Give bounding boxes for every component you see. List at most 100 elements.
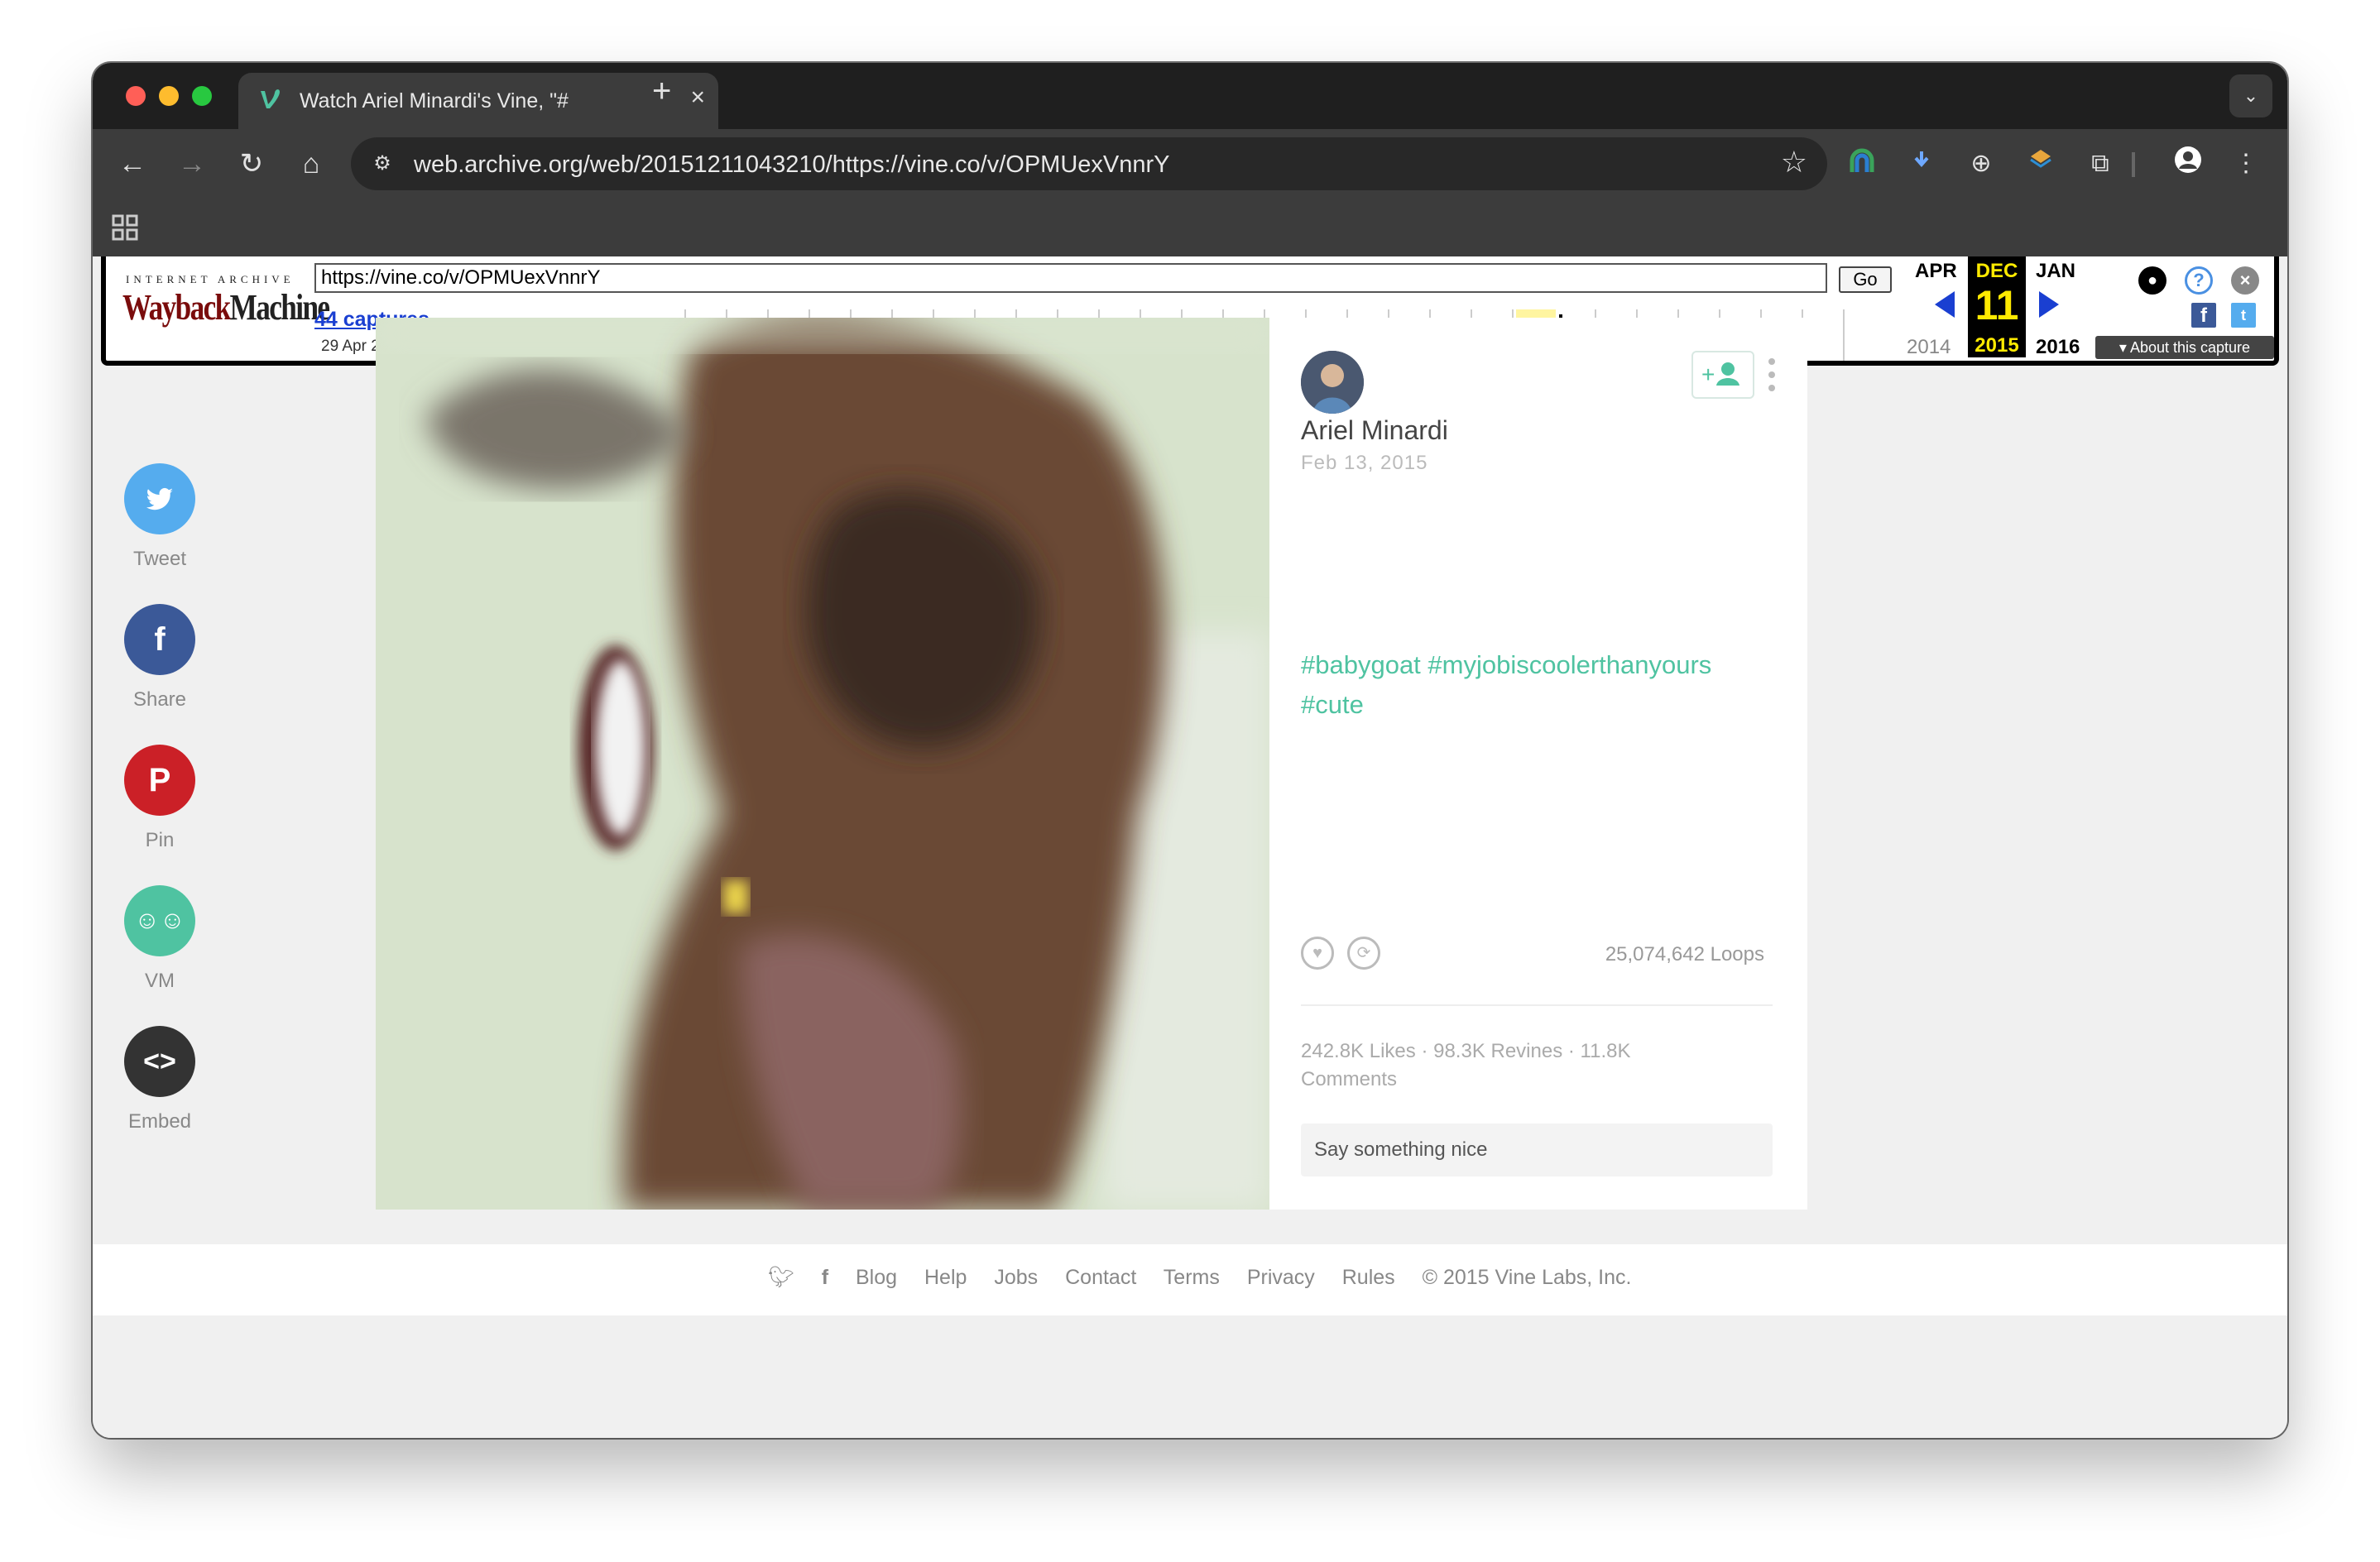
new-tab-button[interactable]: + [652, 73, 671, 110]
facebook-icon: f [154, 621, 166, 658]
tab-title: Watch Ariel Minardi's Vine, "# [300, 89, 569, 113]
internet-archive-label: INTERNET ARCHIVE [126, 273, 295, 285]
embed-code-icon: <> [143, 1046, 176, 1077]
site-info-icon[interactable]: ⚙ [367, 149, 397, 179]
about-capture-button[interactable]: ▾ About this capture [2095, 336, 2274, 359]
tab-strip: Watch Ariel Minardi's Vine, "# × + ⌄ [93, 63, 2287, 129]
maximize-window-button[interactable] [192, 86, 212, 106]
vm-label: VM [145, 970, 175, 992]
pin-label: Pin [145, 829, 175, 851]
layers-extension-icon[interactable] [2023, 146, 2059, 182]
footer-link-contact[interactable]: Contact [1065, 1266, 1136, 1289]
extensions-puzzle-icon[interactable]: ⧉ [2082, 146, 2118, 182]
add-user-icon: + [1701, 362, 1739, 387]
bookmark-star-icon[interactable]: ☆ [1781, 145, 1807, 180]
close-window-button[interactable] [126, 86, 146, 106]
toolbar-divider [2132, 152, 2135, 177]
wayback-twitter-icon[interactable]: t [2231, 303, 2256, 328]
revines-count[interactable]: 98.3K Revines [1433, 1040, 1562, 1062]
twitter-icon [146, 487, 173, 510]
current-day: 11 [1975, 282, 2019, 328]
footer-facebook-icon[interactable]: f [822, 1266, 828, 1289]
download-extension-icon[interactable] [1903, 146, 1940, 182]
pinterest-icon: P [148, 762, 171, 798]
author-avatar[interactable] [1301, 351, 1364, 414]
menu-kebab-icon[interactable]: ⋮ [2228, 146, 2264, 182]
back-icon[interactable]: ← [111, 142, 154, 185]
pinterest-share-button[interactable]: P [124, 745, 195, 816]
comment-input[interactable]: Say something nice [1301, 1124, 1773, 1176]
footer-link-terms[interactable]: Terms [1164, 1266, 1220, 1289]
vine-favicon-icon [261, 89, 280, 108]
loop-count: 25,074,642 Loops [1605, 943, 1764, 965]
more-options-icon[interactable] [1768, 356, 1776, 394]
prev-capture-icon[interactable] [1935, 291, 1955, 318]
account-icon[interactable]: ● [2138, 266, 2166, 295]
home-icon[interactable]: ⌂ [290, 142, 333, 185]
wayback-url-input[interactable]: https://vine.co/v/OPMUexVnnrY [314, 263, 1827, 293]
revine-icon[interactable]: ⟳ [1347, 937, 1380, 970]
tweet-label: Tweet [132, 548, 187, 570]
bookmarks-bar [93, 199, 2287, 256]
wayback-facebook-icon[interactable]: f [2191, 303, 2216, 328]
svg-text:+: + [1701, 362, 1715, 387]
author-name[interactable]: Ariel Minardi [1301, 415, 1448, 446]
tab-close-icon[interactable]: × [690, 84, 705, 112]
like-heart-icon[interactable]: ♥ [1301, 937, 1334, 970]
vine-video-player[interactable] [376, 318, 1269, 1210]
address-url[interactable]: web.archive.org/web/20151211043210/https… [414, 151, 1170, 179]
wayback-logo[interactable]: WaybackMachine [122, 286, 330, 328]
stats-dot: · [1421, 1040, 1434, 1062]
crosshair-extension-icon[interactable]: ⊕ [1963, 146, 1999, 182]
current-month: DEC [1975, 260, 2018, 282]
embed-label: Embed [127, 1110, 192, 1133]
rainbow-extension-icon[interactable] [1844, 146, 1880, 182]
close-toolbar-icon[interactable]: × [2231, 266, 2259, 295]
prev-year[interactable]: 2014 [1907, 336, 1951, 359]
address-bar[interactable]: ⚙ web.archive.org/web/20151211043210/htt… [351, 137, 1827, 190]
footer-copyright: © 2015 Vine Labs, Inc. [1422, 1266, 1632, 1289]
vine-message-icon: ☺☺ [134, 907, 185, 934]
current-capture-date: DEC 11 2015 [1968, 256, 2026, 357]
browser-toolbar: ← → ↻ ⌂ ⚙ web.archive.org/web/2015121104… [93, 129, 2287, 199]
page-viewport: INTERNET ARCHIVE WaybackMachine https://… [93, 256, 2287, 1438]
forward-icon[interactable]: → [170, 142, 214, 185]
prev-month[interactable]: APR [1915, 260, 1957, 283]
post-stats: 242.8K Likes · 98.3K Revines · 11.8K Com… [1301, 1037, 1715, 1094]
next-month[interactable]: JAN [2036, 260, 2075, 283]
footer-twitter-icon[interactable]: 🐦︎ [768, 1266, 794, 1289]
reload-icon[interactable]: ↻ [230, 142, 273, 185]
post-caption[interactable]: #babygoat #myjobiscoolerthanyours #cute [1301, 645, 1764, 725]
twitter-share-button[interactable] [124, 463, 195, 534]
browser-window: Watch Ariel Minardi's Vine, "# × + ⌄ ← →… [93, 63, 2287, 1438]
next-year[interactable]: 2016 [2036, 336, 2080, 359]
tab-search-button[interactable]: ⌄ [2229, 74, 2272, 117]
apps-grid-icon[interactable] [111, 213, 139, 242]
next-capture-icon[interactable] [2039, 291, 2059, 318]
video-frame-image [376, 318, 1269, 1210]
profile-icon[interactable] [2170, 146, 2206, 182]
footer-link-privacy[interactable]: Privacy [1247, 1266, 1315, 1289]
post-card: Ariel Minardi Feb 13, 2015 + #babygoat #… [1269, 318, 1807, 1210]
footer-link-jobs[interactable]: Jobs [994, 1266, 1038, 1289]
footer-link-help[interactable]: Help [924, 1266, 967, 1289]
footer-link-blog[interactable]: Blog [856, 1266, 897, 1289]
embed-button[interactable]: <> [124, 1026, 195, 1097]
vine-message-button[interactable]: ☺☺ [124, 885, 195, 956]
post-date: Feb 13, 2015 [1301, 452, 1428, 474]
wayback-logo-part: Wayback [122, 287, 231, 328]
stats-divider [1301, 1004, 1773, 1006]
footer-link-rules[interactable]: Rules [1342, 1266, 1395, 1289]
footer-links: 🐦︎ f Blog Help Jobs Contact Terms Privac… [768, 1266, 1653, 1290]
active-tab[interactable]: Watch Ariel Minardi's Vine, "# × [238, 73, 718, 129]
minimize-window-button[interactable] [159, 86, 179, 106]
facebook-share-button[interactable]: f [124, 604, 195, 675]
about-capture-label: About this capture [2129, 339, 2251, 356]
follow-button[interactable]: + [1691, 351, 1754, 399]
likes-count[interactable]: 242.8K Likes [1301, 1040, 1416, 1062]
help-icon[interactable]: ? [2185, 266, 2213, 295]
page-footer: 🐦︎ f Blog Help Jobs Contact Terms Privac… [93, 1244, 2287, 1315]
current-year: 2015 [1975, 334, 2019, 357]
wayback-go-button[interactable]: Go [1839, 266, 1892, 293]
share-label: Share [132, 688, 187, 711]
